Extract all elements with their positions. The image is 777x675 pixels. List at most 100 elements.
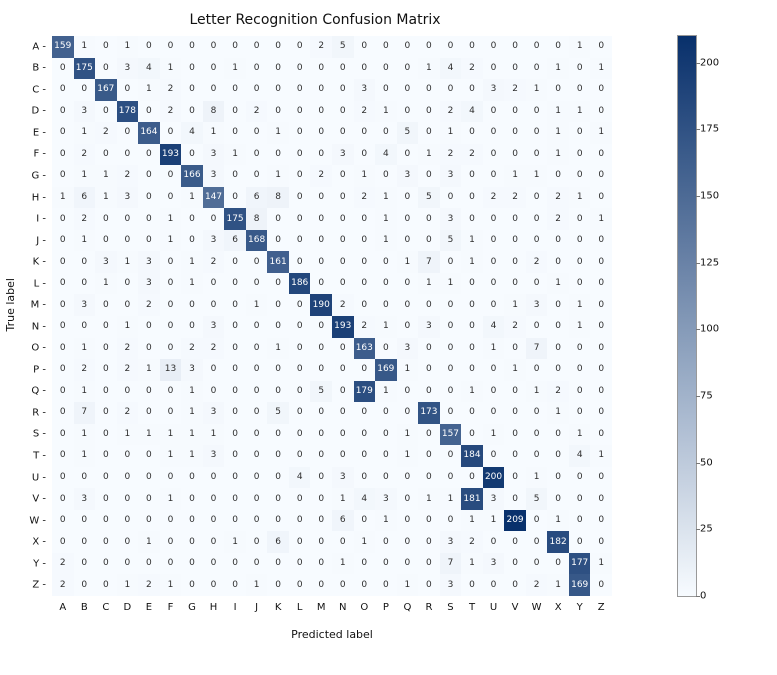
heatmap-cell: 0 <box>138 381 160 403</box>
heatmap-cell: 6 <box>246 187 268 209</box>
x-tick: H <box>210 602 218 613</box>
heatmap-cell: 0 <box>181 488 203 510</box>
heatmap-cell: 0 <box>375 273 397 295</box>
heatmap-cell: 0 <box>504 402 526 424</box>
heatmap-cell: 3 <box>526 294 548 316</box>
heatmap-cell: 2 <box>52 574 74 596</box>
heatmap-cell: 0 <box>461 294 483 316</box>
y-tick: J - <box>0 235 46 246</box>
chart-title: Letter Recognition Confusion Matrix <box>0 12 630 28</box>
heatmap-cell: 0 <box>289 144 311 166</box>
heatmap-cell: 3 <box>74 488 96 510</box>
heatmap-cell: 0 <box>310 445 332 467</box>
heatmap-cell: 0 <box>483 445 505 467</box>
heatmap-cell: 0 <box>203 36 225 58</box>
heatmap-cell: 0 <box>181 531 203 553</box>
heatmap-cell: 0 <box>418 381 440 403</box>
heatmap-cell: 1 <box>547 122 569 144</box>
heatmap-cell: 0 <box>52 251 74 273</box>
heatmap-cell: 1 <box>95 187 117 209</box>
heatmap-cell: 0 <box>289 553 311 575</box>
heatmap-cell: 1 <box>418 488 440 510</box>
heatmap-cell: 0 <box>224 467 246 489</box>
heatmap-cell: 1 <box>397 574 419 596</box>
heatmap-cell: 175 <box>74 58 96 80</box>
heatmap-cell: 0 <box>160 165 182 187</box>
y-tick: B - <box>0 63 46 74</box>
x-tick: K <box>275 602 282 613</box>
heatmap-cell: 1 <box>569 424 591 446</box>
heatmap-cell: 0 <box>289 294 311 316</box>
heatmap-cell: 0 <box>590 144 612 166</box>
heatmap-cell: 0 <box>354 553 376 575</box>
colorbar-tick: 125 <box>700 257 734 268</box>
heatmap-cell: 0 <box>289 36 311 58</box>
y-tick: Y - <box>0 558 46 569</box>
heatmap-cell: 2 <box>483 187 505 209</box>
heatmap-cell: 0 <box>224 165 246 187</box>
heatmap-cell: 0 <box>418 359 440 381</box>
heatmap-cell: 0 <box>203 531 225 553</box>
heatmap-cell: 0 <box>375 553 397 575</box>
heatmap-cell: 0 <box>267 79 289 101</box>
heatmap-cell: 1 <box>440 488 462 510</box>
heatmap-cell: 0 <box>117 488 139 510</box>
heatmap-cell: 0 <box>569 165 591 187</box>
heatmap-cell: 175 <box>224 208 246 230</box>
heatmap-cell: 0 <box>590 79 612 101</box>
x-tick: F <box>168 602 174 613</box>
heatmap-cell: 0 <box>95 445 117 467</box>
y-tick: S - <box>0 429 46 440</box>
colorbar-tick-mark <box>696 329 700 330</box>
heatmap-cell: 0 <box>504 230 526 252</box>
heatmap-cell: 0 <box>246 488 268 510</box>
heatmap-cell: 0 <box>590 467 612 489</box>
heatmap-cell: 0 <box>289 338 311 360</box>
heatmap-cell: 4 <box>440 58 462 80</box>
heatmap-cell: 0 <box>138 553 160 575</box>
heatmap-cell: 0 <box>354 58 376 80</box>
heatmap-cell: 1 <box>461 251 483 273</box>
heatmap-cell: 0 <box>310 424 332 446</box>
heatmap-cell: 1 <box>181 402 203 424</box>
heatmap-cell: 0 <box>74 574 96 596</box>
colorbar-tick-mark <box>696 63 700 64</box>
heatmap-cell: 0 <box>590 381 612 403</box>
heatmap-cell: 0 <box>332 58 354 80</box>
heatmap-cell: 0 <box>526 144 548 166</box>
heatmap-cell: 1 <box>547 144 569 166</box>
heatmap-cell: 2 <box>74 359 96 381</box>
heatmap-cell: 168 <box>246 230 268 252</box>
heatmap-cell: 0 <box>203 294 225 316</box>
heatmap-cell: 0 <box>547 294 569 316</box>
y-tick: F - <box>0 149 46 160</box>
heatmap-cell: 0 <box>332 424 354 446</box>
heatmap-cell: 0 <box>246 79 268 101</box>
heatmap-cell: 0 <box>526 510 548 532</box>
heatmap-cell: 0 <box>461 402 483 424</box>
heatmap-cell: 0 <box>418 230 440 252</box>
heatmap-cell: 0 <box>95 531 117 553</box>
heatmap-cell: 0 <box>397 467 419 489</box>
heatmap-cell: 0 <box>203 58 225 80</box>
heatmap-cell: 169 <box>375 359 397 381</box>
heatmap-cell: 0 <box>289 79 311 101</box>
heatmap-cell: 0 <box>547 316 569 338</box>
heatmap-cell: 1 <box>590 445 612 467</box>
heatmap-cell: 4 <box>138 58 160 80</box>
heatmap-cell: 0 <box>52 359 74 381</box>
heatmap-cell: 0 <box>289 359 311 381</box>
heatmap-cell: 0 <box>354 574 376 596</box>
heatmap-cell: 3 <box>203 165 225 187</box>
heatmap-cell: 1 <box>375 510 397 532</box>
heatmap-cell: 0 <box>246 273 268 295</box>
heatmap-cell: 0 <box>52 165 74 187</box>
heatmap-cell: 0 <box>440 36 462 58</box>
heatmap-cell: 0 <box>440 402 462 424</box>
heatmap-cell: 0 <box>310 574 332 596</box>
y-tick: G - <box>0 171 46 182</box>
heatmap-cell: 0 <box>354 294 376 316</box>
heatmap-cell: 0 <box>246 316 268 338</box>
heatmap-cell: 1 <box>590 553 612 575</box>
heatmap-cell: 4 <box>181 122 203 144</box>
